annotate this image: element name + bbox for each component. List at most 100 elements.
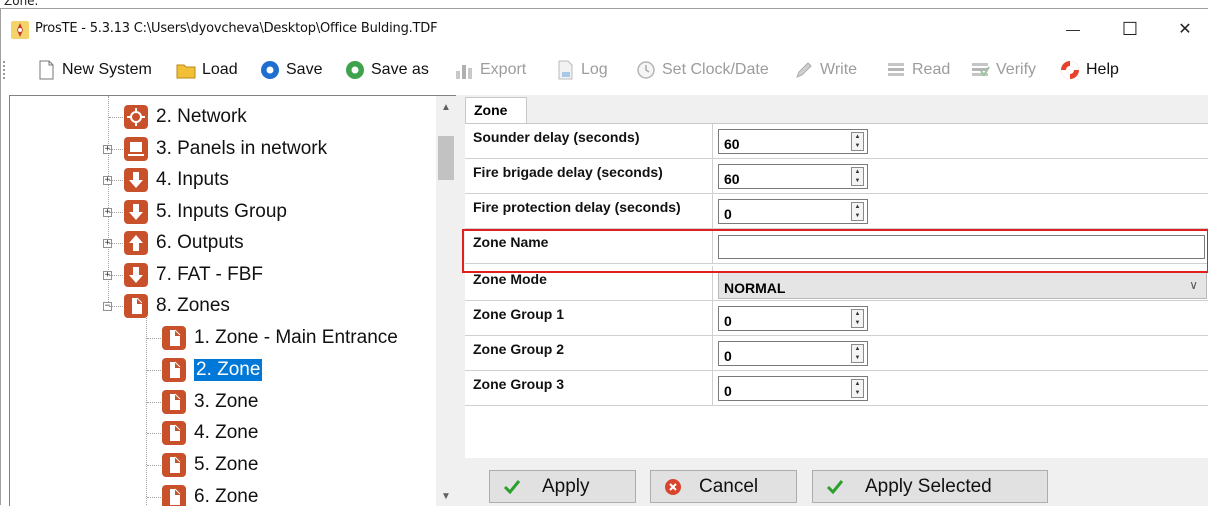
tree-connector xyxy=(147,497,161,498)
tree-item-zone[interactable]: 4. Zone xyxy=(162,418,258,448)
zone-name-input[interactable] xyxy=(718,235,1205,259)
tree-item-zone[interactable]: 2. Zone xyxy=(162,355,263,385)
tab-zone[interactable]: Zone xyxy=(465,97,527,123)
tree-connector xyxy=(147,401,161,403)
toolbar: New System Load Save Save as Export Log … xyxy=(1,49,1208,89)
checkmark-icon xyxy=(825,477,845,497)
tree-item[interactable]: 8. Zones xyxy=(124,291,230,321)
cropped-text: Zone. xyxy=(4,0,39,8)
export-button[interactable]: Export xyxy=(453,58,526,82)
toolbar-grip[interactable] xyxy=(3,61,7,79)
load-button[interactable]: Load xyxy=(175,58,238,82)
spin-buttons-icon[interactable]: ▲ ▼ xyxy=(851,379,864,398)
zone-icon xyxy=(162,357,186,382)
property-label: Zone Group 3 xyxy=(465,371,713,406)
scroll-up-icon[interactable]: ▲ xyxy=(436,98,456,116)
tree-item[interactable]: 5. Inputs Group xyxy=(124,197,287,227)
clock-icon xyxy=(637,61,655,79)
property-grid: Sounder delay (seconds) 60 ▲ ▼ Fire brigade … xyxy=(465,123,1208,458)
tree-connector xyxy=(109,274,123,276)
close-button[interactable]: ✕ xyxy=(1162,9,1208,49)
tree-item-zone[interactable]: 5. Zone xyxy=(162,450,258,480)
spin-buttons-icon[interactable]: ▲ ▼ xyxy=(851,167,864,186)
maximize-button[interactable]: ☐ xyxy=(1107,9,1153,49)
numeric-stepper[interactable]: 60 ▲ ▼ xyxy=(718,129,868,154)
tree-item-zone[interactable]: 3. Zone xyxy=(162,387,258,417)
cancel-button[interactable]: Cancel xyxy=(650,470,797,503)
log-button[interactable]: Log xyxy=(554,58,608,82)
close-icon: ✕ xyxy=(1178,21,1192,38)
tree-item-label: 4. Zone xyxy=(194,422,259,444)
pencil-icon xyxy=(796,62,812,78)
numeric-stepper[interactable]: 60 ▲ ▼ xyxy=(718,164,868,189)
tree-item-label: 1. Zone - Main Entrance xyxy=(194,327,398,348)
verify-button[interactable]: Verify xyxy=(969,58,1036,82)
property-row: Fire brigade delay (seconds) 60 ▲ ▼ xyxy=(465,159,1208,194)
properties-panel: Zone Sounder delay (seconds) 60 ▲ ▼ Fire bri… xyxy=(462,95,1208,506)
help-button[interactable]: Help xyxy=(1059,58,1119,82)
tree-item[interactable]: 7. FAT - FBF xyxy=(124,260,263,290)
tree-connector xyxy=(147,338,161,339)
lifebuoy-help-icon xyxy=(1061,61,1079,79)
tree-item-label: 8. Zones xyxy=(156,295,230,316)
tree-item-zone[interactable]: 6. Zone xyxy=(162,482,258,506)
tree-item[interactable]: 6. Outputs xyxy=(124,228,244,258)
tree-item-label: 2. Zone xyxy=(194,358,263,381)
read-button[interactable]: Read xyxy=(885,58,950,82)
tree-item-label: 6. Zone xyxy=(194,486,259,506)
save-as-button[interactable]: Save as xyxy=(344,58,429,82)
tree-scrollbar[interactable]: ▲ ▼ xyxy=(436,96,456,506)
apply-selected-button[interactable]: Apply Selected xyxy=(812,470,1048,503)
read-stack-icon xyxy=(888,63,904,76)
app-window: ProsTE - 5.3.13 C:\Users\dyovcheva\Deskt… xyxy=(0,8,1208,506)
verify-stack-icon xyxy=(972,63,990,77)
tree-item-label: 2. Network xyxy=(156,106,247,127)
button-bar: Apply Cancel Apply Selected xyxy=(465,458,1208,506)
scroll-down-icon[interactable]: ▼ xyxy=(436,487,456,505)
set-clock-button[interactable]: Set Clock/Date xyxy=(635,58,769,82)
property-value-cell: 0 ▲ ▼ xyxy=(713,194,1208,229)
tree-connector xyxy=(109,180,123,181)
spin-buttons-icon[interactable]: ▲ ▼ xyxy=(851,344,864,363)
zone-icon xyxy=(162,389,186,414)
apply-button[interactable]: Apply xyxy=(489,470,636,503)
navigation-tree[interactable]: 2. Network +3. Panels in network +4. Input… xyxy=(9,95,456,506)
panel-icon xyxy=(124,136,148,161)
numeric-stepper[interactable]: 0 ▲ ▼ xyxy=(718,376,868,401)
property-label: Zone Mode xyxy=(465,266,713,301)
tree-item-zone[interactable]: 1. Zone - Main Entrance xyxy=(162,323,398,353)
property-label: Zone Name xyxy=(465,229,713,264)
zones-icon xyxy=(124,294,148,318)
new-document-icon xyxy=(39,60,54,80)
save-button[interactable]: Save xyxy=(259,58,322,82)
property-row: Zone Group 3 0 ▲ ▼ xyxy=(465,371,1208,406)
input-group-icon xyxy=(124,199,148,224)
zone-icon xyxy=(162,485,186,506)
minimize-icon: — xyxy=(1066,21,1080,37)
spin-buttons-icon[interactable]: ▲ ▼ xyxy=(851,309,864,328)
numeric-stepper[interactable]: 0 ▲ ▼ xyxy=(718,199,868,224)
property-label: Sounder delay (seconds) xyxy=(465,124,713,159)
tree-connector xyxy=(109,117,123,118)
numeric-stepper[interactable]: 0 ▲ ▼ xyxy=(718,341,868,366)
numeric-stepper[interactable]: 0 ▲ ▼ xyxy=(718,306,868,331)
tree-item[interactable]: 4. Inputs xyxy=(124,165,229,195)
tree-item-label: 3. Zone xyxy=(194,390,259,412)
title-bar: ProsTE - 5.3.13 C:\Users\dyovcheva\Deskt… xyxy=(1,9,1208,49)
zone-mode-select[interactable]: NORMAL ∨ xyxy=(718,271,1207,299)
spin-buttons-icon[interactable]: ▲ ▼ xyxy=(851,202,864,221)
tree-item[interactable]: 2. Network xyxy=(124,102,247,132)
property-row: Zone Mode NORMAL ∨ xyxy=(465,266,1208,301)
tree-item[interactable]: 3. Panels in network xyxy=(124,134,327,164)
property-value-cell: 0 ▲ ▼ xyxy=(713,371,1208,406)
property-value-cell: 0 ▲ ▼ xyxy=(713,301,1208,336)
tree-item-label: 6. Outputs xyxy=(156,232,244,253)
new-system-button[interactable]: New System xyxy=(35,58,152,82)
write-button[interactable]: Write xyxy=(793,58,857,82)
spin-buttons-icon[interactable]: ▲ ▼ xyxy=(851,132,864,151)
tree-item-label: 5. Zone xyxy=(194,454,259,476)
property-row: Zone Group 1 0 ▲ ▼ xyxy=(465,301,1208,336)
scroll-thumb[interactable] xyxy=(438,136,454,180)
zone-icon xyxy=(162,453,186,478)
minimize-button[interactable]: — xyxy=(1050,9,1096,49)
